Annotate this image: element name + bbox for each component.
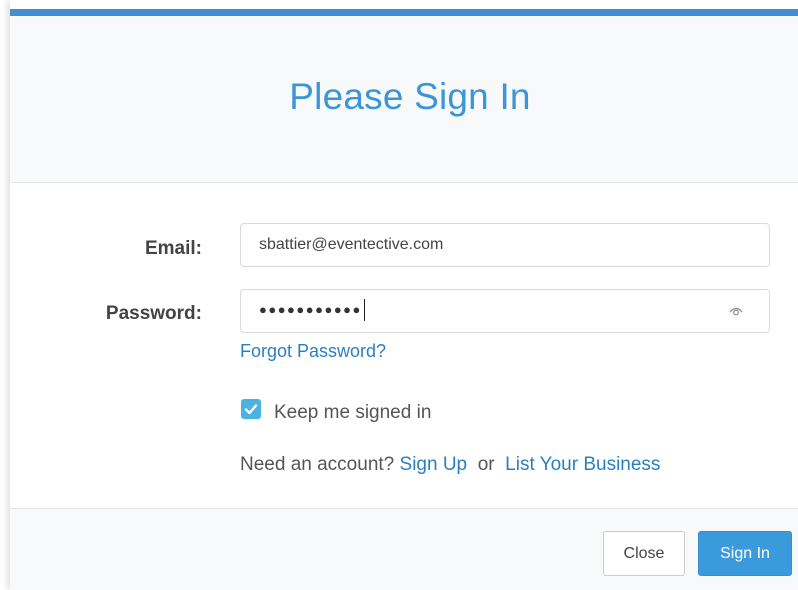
password-field[interactable]: ●●●●●●●●●●● (240, 289, 770, 333)
close-button[interactable]: Close (603, 531, 685, 576)
eye-icon[interactable] (729, 305, 743, 317)
page-title: Please Sign In (289, 76, 531, 117)
modal-footer: Close Sign In (10, 508, 798, 590)
or-text: or (477, 454, 495, 475)
sign-up-link[interactable]: Sign Up (400, 454, 468, 475)
sign-in-button[interactable]: Sign In (698, 531, 792, 576)
email-field[interactable]: sbattier@eventective.com (240, 223, 770, 267)
list-your-business-link[interactable]: List Your Business (505, 454, 660, 475)
keep-signed-in-checkbox[interactable] (241, 399, 261, 419)
keep-signed-in-label[interactable]: Keep me signed in (274, 402, 431, 424)
account-prompt-line: Need an account? Sign Up or List Your Bu… (240, 454, 660, 476)
email-field-value: sbattier@eventective.com (259, 236, 444, 253)
check-icon (244, 404, 258, 415)
text-caret (363, 298, 365, 321)
forgot-password-link[interactable]: Forgot Password? (240, 341, 386, 362)
modal-top-accent-bar (10, 9, 798, 16)
sign-in-modal: Please Sign In Email: sbattier@eventecti… (10, 0, 798, 590)
email-label: Email: (144, 238, 202, 259)
account-prompt-text: Need an account? (240, 454, 395, 475)
modal-header: Please Sign In (10, 16, 798, 183)
password-field-value: ●●●●●●●●●●● (259, 302, 362, 317)
password-label: Password: (105, 303, 202, 324)
